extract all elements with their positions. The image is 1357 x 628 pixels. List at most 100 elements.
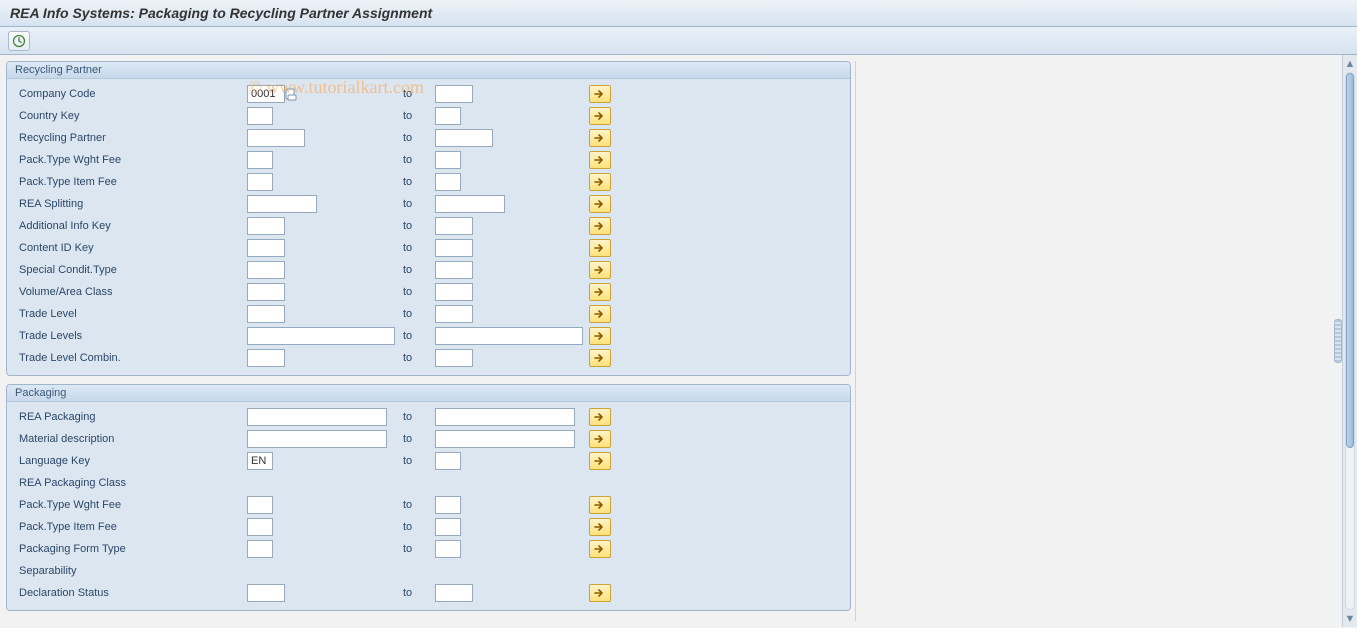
to-input[interactable]	[435, 239, 473, 257]
to-label: to	[401, 286, 431, 298]
arrow-right-icon	[594, 221, 606, 231]
from-input[interactable]	[247, 452, 273, 470]
multiple-selection-button[interactable]	[589, 496, 611, 514]
to-input[interactable]	[435, 540, 461, 558]
multiple-selection-button[interactable]	[589, 107, 611, 125]
scroll-down-icon[interactable]: ▼	[1344, 612, 1357, 625]
multiple-selection-button[interactable]	[589, 540, 611, 558]
to-cell	[435, 129, 585, 147]
field-label: REA Packaging	[13, 411, 243, 423]
from-input[interactable]	[247, 584, 285, 602]
to-input[interactable]	[435, 305, 473, 323]
to-input[interactable]	[435, 261, 473, 279]
multiple-selection-button[interactable]	[589, 129, 611, 147]
vertical-scrollbar[interactable]: ▲ ▼	[1342, 55, 1357, 627]
to-input[interactable]	[435, 496, 461, 514]
to-cell	[435, 584, 585, 602]
field-label: Country Key	[13, 110, 243, 122]
from-input[interactable]	[247, 349, 285, 367]
to-input[interactable]	[435, 85, 473, 103]
from-cell	[247, 195, 397, 213]
multiple-selection-button[interactable]	[589, 305, 611, 323]
to-input[interactable]	[435, 283, 473, 301]
selection-row: Additional Info Keyto	[13, 215, 844, 237]
from-input[interactable]	[247, 261, 285, 279]
from-input[interactable]	[247, 85, 285, 103]
field-label: REA Splitting	[13, 198, 243, 210]
to-input[interactable]	[435, 195, 505, 213]
multi-cell	[589, 518, 619, 536]
from-input[interactable]	[247, 430, 387, 448]
multiple-selection-button[interactable]	[589, 584, 611, 602]
from-input[interactable]	[247, 129, 305, 147]
multiple-selection-button[interactable]	[589, 217, 611, 235]
value-help-icon[interactable]	[283, 85, 298, 103]
multiple-selection-button[interactable]	[589, 430, 611, 448]
multiple-selection-button[interactable]	[589, 261, 611, 279]
arrow-right-icon	[594, 500, 606, 510]
from-input[interactable]	[247, 518, 273, 536]
multiple-selection-button[interactable]	[589, 239, 611, 257]
multiple-selection-button[interactable]	[589, 151, 611, 169]
from-cell	[247, 107, 397, 125]
from-input[interactable]	[247, 239, 285, 257]
from-input[interactable]	[247, 305, 285, 323]
selection-row: Country Key to	[13, 105, 844, 127]
to-input[interactable]	[435, 173, 461, 191]
multiple-selection-button[interactable]	[589, 283, 611, 301]
scroll-track[interactable]	[1345, 72, 1355, 610]
scroll-thumb[interactable]	[1346, 73, 1354, 448]
multiple-selection-button[interactable]	[589, 452, 611, 470]
field-label: Volume/Area Class	[13, 286, 243, 298]
to-input[interactable]	[435, 430, 575, 448]
to-input[interactable]	[435, 518, 461, 536]
to-input[interactable]	[435, 217, 473, 235]
to-input[interactable]	[435, 452, 461, 470]
from-input[interactable]	[247, 151, 273, 169]
scroll-up-icon[interactable]: ▲	[1344, 57, 1357, 70]
multi-cell	[589, 85, 619, 103]
to-input[interactable]	[435, 151, 461, 169]
multiple-selection-button[interactable]	[589, 195, 611, 213]
from-input[interactable]	[247, 540, 273, 558]
splitter-handle[interactable]	[1334, 319, 1342, 363]
to-input[interactable]	[435, 107, 461, 125]
from-cell	[247, 261, 397, 279]
to-label: to	[401, 110, 431, 122]
multi-cell	[589, 327, 619, 345]
arrow-right-icon	[594, 133, 606, 143]
from-cell	[247, 349, 397, 367]
field-label: Declaration Status	[13, 587, 243, 599]
field-label: Packaging Form Type	[13, 543, 243, 555]
to-label: to	[401, 132, 431, 144]
from-cell	[247, 217, 397, 235]
to-input[interactable]	[435, 327, 583, 345]
to-input[interactable]	[435, 129, 493, 147]
to-cell	[435, 349, 585, 367]
from-cell	[247, 129, 397, 147]
to-input[interactable]	[435, 408, 575, 426]
execute-button[interactable]	[8, 31, 30, 51]
from-input[interactable]	[247, 327, 395, 345]
multiple-selection-button[interactable]	[589, 327, 611, 345]
from-input[interactable]	[247, 496, 273, 514]
from-input[interactable]	[247, 283, 285, 301]
multi-cell	[589, 540, 619, 558]
from-input[interactable]	[247, 173, 273, 191]
to-input[interactable]	[435, 349, 473, 367]
multiple-selection-button[interactable]	[589, 173, 611, 191]
from-input[interactable]	[247, 217, 285, 235]
group-recycling-partner: Recycling Partner Company CodetoCountry …	[6, 61, 851, 376]
multiple-selection-button[interactable]	[589, 408, 611, 426]
selection-row: Trade Levelsto	[13, 325, 844, 347]
from-input[interactable]	[247, 408, 387, 426]
from-input[interactable]	[247, 107, 273, 125]
from-input[interactable]	[247, 195, 317, 213]
multiple-selection-button[interactable]	[589, 85, 611, 103]
to-label: to	[401, 433, 431, 445]
multi-cell	[589, 173, 619, 191]
to-input[interactable]	[435, 584, 473, 602]
multiple-selection-button[interactable]	[589, 518, 611, 536]
multiple-selection-button[interactable]	[589, 349, 611, 367]
to-label: to	[401, 411, 431, 423]
